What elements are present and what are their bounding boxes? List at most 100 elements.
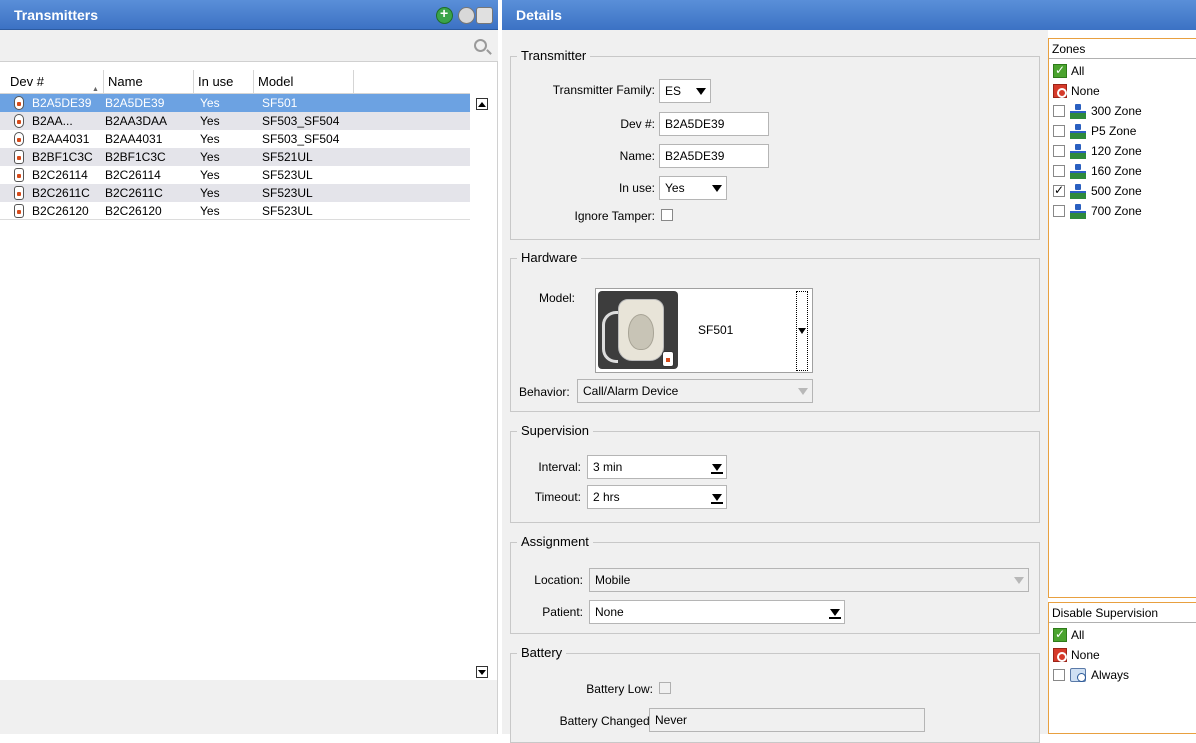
zone-checkbox[interactable] [1053, 165, 1065, 177]
network-zone-icon [1070, 104, 1086, 119]
dropdown-underbar [711, 472, 723, 474]
disable-supervision-all-label: All [1071, 628, 1085, 642]
search-bar[interactable] [0, 30, 498, 62]
table-row[interactable]: B2C2611C B2C2611C Yes SF523UL [0, 184, 470, 202]
location-label: Location: [534, 573, 583, 587]
zone-label: 120 Zone [1091, 144, 1142, 158]
hardware-group-title: Hardware [517, 250, 582, 265]
check-all-icon [1053, 62, 1067, 78]
in-use-select[interactable]: Yes [659, 176, 727, 200]
always-checkbox[interactable] [1053, 669, 1065, 681]
patient-select[interactable]: None [589, 600, 845, 624]
table-row[interactable]: B2A5DE39 B2A5DE39 Yes SF501 [0, 94, 470, 112]
cell-dev: B2C26120 [32, 204, 89, 218]
transmitter-icon [14, 96, 24, 110]
transmitters-title: Transmitters [14, 7, 99, 23]
zone-label: P5 Zone [1091, 124, 1137, 138]
table-row[interactable]: B2AA4031 B2AA4031 Yes SF503_SF504 [0, 130, 470, 148]
dropdown-underbar [711, 502, 723, 504]
column-header-model[interactable]: Model [254, 70, 354, 94]
cell-name: B2BF1C3C [105, 150, 166, 164]
table-row[interactable]: B2C26120 B2C26120 Yes SF523UL [0, 202, 470, 220]
location-value: Mobile [595, 573, 631, 587]
transmitter-family-value: ES [665, 84, 682, 98]
interval-value: 3 min [593, 460, 623, 474]
assignment-group: Assignment Location: Mobile Patient: Non… [510, 534, 1040, 634]
zones-none-label: None [1071, 84, 1100, 98]
device-button [628, 314, 654, 350]
cell-in-use: Yes [200, 186, 220, 200]
cell-name: B2C26114 [105, 168, 161, 182]
zone-checkbox[interactable] [1053, 205, 1065, 217]
cell-model: SF503_SF504 [262, 114, 340, 128]
column-header-in-use[interactable]: In use [194, 70, 254, 94]
patient-label: Patient: [542, 605, 583, 619]
interval-label: Interval: [538, 460, 581, 474]
add-transmitter-icon[interactable] [436, 5, 453, 24]
zone-label: 500 Zone [1091, 184, 1142, 198]
disable-supervision-panel: Disable Supervision All None Always [1048, 602, 1196, 734]
find-icon[interactable] [458, 7, 475, 24]
cell-name: B2AA3DAA [105, 114, 168, 128]
grid-vertical-scrollbar[interactable] [472, 94, 490, 680]
interval-select[interactable]: 3 min [587, 455, 727, 479]
ignore-tamper-label: Ignore Tamper: [574, 209, 656, 223]
scroll-up-icon[interactable] [476, 98, 488, 110]
scroll-down-icon[interactable] [476, 666, 488, 678]
print-icon[interactable] [476, 7, 493, 24]
cell-dev: B2AA4031 [32, 132, 90, 146]
model-picker[interactable]: SF501 [595, 288, 813, 373]
zones-panel: Zones All None 300 Zone P5 Zone 120 Zone… [1048, 38, 1196, 598]
table-row[interactable]: B2BF1C3C B2BF1C3C Yes SF521UL [0, 148, 470, 166]
transmitter-icon [14, 132, 24, 146]
cell-dev: B2AA... [32, 114, 73, 128]
transmitter-family-select[interactable]: ES [659, 79, 711, 103]
cell-dev: B2C2611C [32, 186, 90, 200]
table-row[interactable]: B2C26114 B2C26114 Yes SF523UL [0, 166, 470, 184]
chevron-down-icon [830, 609, 840, 616]
battery-group-title: Battery [517, 645, 567, 660]
search-icon[interactable] [474, 39, 487, 52]
battery-low-checkbox[interactable] [659, 682, 671, 694]
name-label: Name: [619, 149, 655, 163]
transmitter-rows: B2A5DE39 B2A5DE39 Yes SF501 B2AA... B2AA… [0, 94, 470, 220]
column-header-name[interactable]: Name [104, 70, 194, 94]
cell-model: SF523UL [262, 186, 313, 200]
supervision-group-title: Supervision [517, 423, 593, 438]
location-select[interactable]: Mobile [589, 568, 1029, 592]
chevron-down-icon [712, 494, 722, 501]
column-header-dev[interactable]: Dev # [6, 70, 104, 94]
zones-all-label: All [1071, 64, 1085, 78]
ignore-tamper-checkbox[interactable] [661, 209, 673, 221]
transmitter-icon [14, 150, 24, 164]
cell-model: SF501 [262, 96, 298, 110]
model-scroll-icon[interactable] [796, 291, 808, 371]
sort-ascending-icon: ▲ [92, 86, 99, 93]
chevron-down-icon [712, 185, 722, 192]
cell-dev: B2C26114 [32, 168, 88, 182]
battery-changed-label: Battery Changed: [559, 714, 653, 728]
zone-checkbox[interactable] [1053, 105, 1065, 117]
zone-checkbox[interactable] [1053, 145, 1065, 157]
table-row[interactable]: B2AA... B2AA3DAA Yes SF503_SF504 [0, 112, 470, 130]
transmitter-group-title: Transmitter [517, 48, 591, 63]
timeout-select[interactable]: 2 hrs [587, 485, 727, 509]
behavior-select[interactable]: Call/Alarm Device [577, 379, 813, 403]
name-field[interactable]: B2A5DE39 [659, 144, 769, 168]
cell-in-use: Yes [200, 204, 220, 218]
chevron-down-icon [696, 88, 706, 95]
clear-none-icon [1053, 84, 1067, 98]
cell-model: SF523UL [262, 168, 313, 182]
zone-checkbox[interactable] [1053, 182, 1065, 198]
network-zone-icon [1070, 164, 1086, 179]
disable-supervision-title: Disable Supervision [1049, 603, 1196, 623]
pendant-device-image [598, 291, 678, 369]
schedule-always-icon [1070, 668, 1086, 682]
transmitter-icon [14, 114, 24, 128]
device-body [618, 299, 664, 361]
cell-model: SF523UL [262, 204, 313, 218]
zone-checkbox[interactable] [1053, 125, 1065, 137]
dev-number-field[interactable]: B2A5DE39 [659, 112, 769, 136]
zone-label: 160 Zone [1091, 164, 1142, 178]
battery-changed-value: Never [655, 713, 688, 727]
